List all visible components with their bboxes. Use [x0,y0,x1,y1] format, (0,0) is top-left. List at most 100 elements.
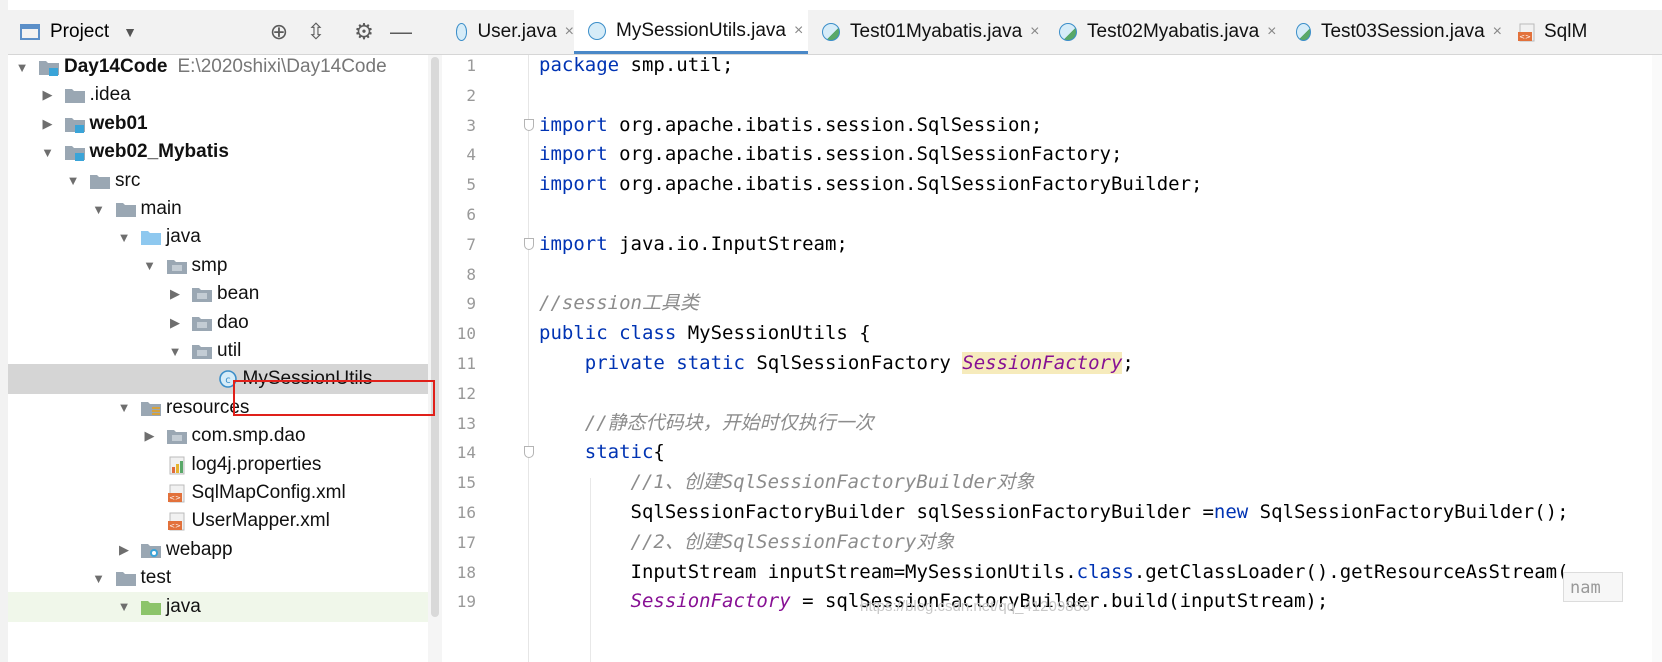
folder-icon [89,171,111,191]
line-number-gutter: 1 2 3 4 5 6 7 8 9 10 11 12 13 14 15 16 17 18 19 [442,55,528,662]
tree-item[interactable]: ▼ test [8,563,442,593]
parameter-hint: nam [1563,572,1623,602]
tree-item[interactable]: <> UserMapper.xml [8,506,442,536]
tree-item-label: main [140,198,182,219]
tree-item[interactable]: ▶ web01 [8,109,442,139]
expand-arrow-icon[interactable]: ▼ [65,166,81,196]
expand-arrow-icon[interactable]: ▼ [40,137,56,167]
tree-item[interactable]: log4j.properties [8,450,442,480]
svg-text:<>: <> [169,522,181,530]
collapse-arrow-icon[interactable]: ▶ [40,80,56,110]
line-number: 8 [466,264,476,284]
locate-icon[interactable]: ⊕ [264,10,294,54]
tree-item[interactable]: ▼ util [8,336,442,366]
editor-tab[interactable]: User.java × [442,10,574,54]
gear-icon[interactable]: ⚙ [349,10,379,54]
line-number: 19 [456,592,476,612]
project-panel-title: Project [50,21,110,42]
tree-item[interactable]: ▶ bean [8,279,442,309]
tree-item-label: test [140,567,172,589]
editor-tab[interactable]: MySessionUtils.java × [574,10,808,54]
fold-marker-icon[interactable] [524,118,534,131]
code-line: import org.apache.ibatis.session.SqlSess… [539,173,1203,196]
editor-tab-label: Test01Myabatis.java [850,21,1023,42]
expand-arrow-icon[interactable]: ▼ [116,592,132,622]
tree-item[interactable]: ▼ smp [8,251,442,281]
editor-tab-label: Test02Myabatis.java [1087,21,1260,42]
expand-arrow-icon[interactable]: ▼ [142,251,158,281]
close-icon[interactable]: × [1267,23,1276,41]
tree-item-label: java [166,595,201,617]
project-view-icon [20,24,40,40]
resources-folder-icon [140,398,162,418]
expand-arrow-icon[interactable]: ▼ [167,336,183,366]
tree-item[interactable]: ▼ java [8,591,442,622]
tree-item[interactable]: ▶ webapp [8,535,442,565]
source-folder-icon [140,227,162,247]
editor-tab-bar: User.java × MySessionUtils.java × Test01Myab… [442,10,1662,55]
expand-arrow-icon[interactable]: ▼ [116,222,132,252]
fold-marker-icon[interactable] [524,237,534,250]
tree-item[interactable]: ▼ src [8,166,442,196]
tree-item-label: log4j.properties [191,453,322,475]
tree-item[interactable]: ▶ dao [8,308,442,338]
fold-marker-icon[interactable] [524,446,534,459]
collapse-arrow-icon[interactable]: ▶ [40,109,56,139]
xml-file-icon: <> [166,483,188,503]
tabs-top-edge [442,0,1662,10]
project-scrollbar[interactable] [428,55,442,662]
hide-icon[interactable]: — [386,10,416,54]
package-icon [166,256,188,276]
tree-item-label: src [115,169,141,191]
collapse-all-icon[interactable]: ⇳ [301,10,331,54]
gutter-separator [528,55,529,662]
expand-arrow-icon[interactable]: ▼ [116,393,132,423]
tree-item[interactable]: ▶ .idea [8,80,442,110]
tree-item[interactable]: <> SqlMapConfig.xml [8,478,442,508]
watermark-text: https://blog.csdn.net/qq_41209886 [860,598,1091,615]
tree-item[interactable]: ▼ web02_Mybatis [8,137,442,167]
panel-top-edge [8,0,442,10]
tree-item[interactable]: ▼ main [8,194,442,224]
editor-tab[interactable]: Test03Session.java × [1282,10,1502,54]
folder-icon [115,568,137,588]
code-line: import java.io.InputStream; [539,232,848,255]
editor-tab[interactable]: <> SqlM [1502,10,1662,54]
svg-text:<>: <> [1519,33,1531,41]
java-class-icon [588,21,606,40]
line-number: 3 [466,115,476,135]
package-icon [191,341,213,361]
close-icon[interactable]: × [1493,23,1502,41]
line-number: 16 [456,503,476,522]
line-number: 11 [456,354,476,373]
collapse-arrow-icon[interactable]: ▶ [116,535,132,565]
editor-scrollbar[interactable] [1652,55,1662,662]
line-number: 18 [456,562,476,582]
collapse-arrow-icon[interactable]: ▶ [167,279,183,309]
close-icon[interactable]: × [565,23,574,41]
indent-guide [590,478,591,662]
collapse-arrow-icon[interactable]: ▶ [167,308,183,338]
expand-arrow-icon[interactable]: ▼ [14,52,30,82]
expand-arrow-icon[interactable]: ▼ [91,194,107,224]
highlight-annotation-box [233,380,435,416]
editor-tab-label: MySessionUtils.java [616,19,786,41]
editor-tab-label: Test03Session.java [1320,21,1485,42]
close-icon[interactable]: × [1030,23,1039,41]
java-class-icon [456,23,468,41]
tree-item[interactable]: ▶ com.smp.dao [8,421,442,451]
web-folder-icon [140,540,162,560]
tree-item[interactable]: ▼ Day14Code E:\2020shixi\Day14Code [8,52,442,82]
project-scrollbar-thumb[interactable] [431,57,439,617]
editor-tab[interactable]: Test01Myabatis.java × [808,10,1045,54]
close-icon[interactable]: × [794,22,803,40]
collapse-arrow-icon[interactable]: ▶ [142,421,158,451]
line-number: 10 [456,324,476,344]
code-line: public class MySessionUtils { [539,322,871,345]
dropdown-arrow-icon[interactable]: ▼ [123,24,137,40]
editor-tab[interactable]: Test02Myabatis.java × [1045,10,1282,54]
project-view-selector[interactable]: Project ▼ [20,10,137,54]
tree-item-label: SqlMapConfig.xml [191,482,346,503]
tree-item[interactable]: ▼ java [8,222,442,252]
expand-arrow-icon[interactable]: ▼ [91,563,107,593]
